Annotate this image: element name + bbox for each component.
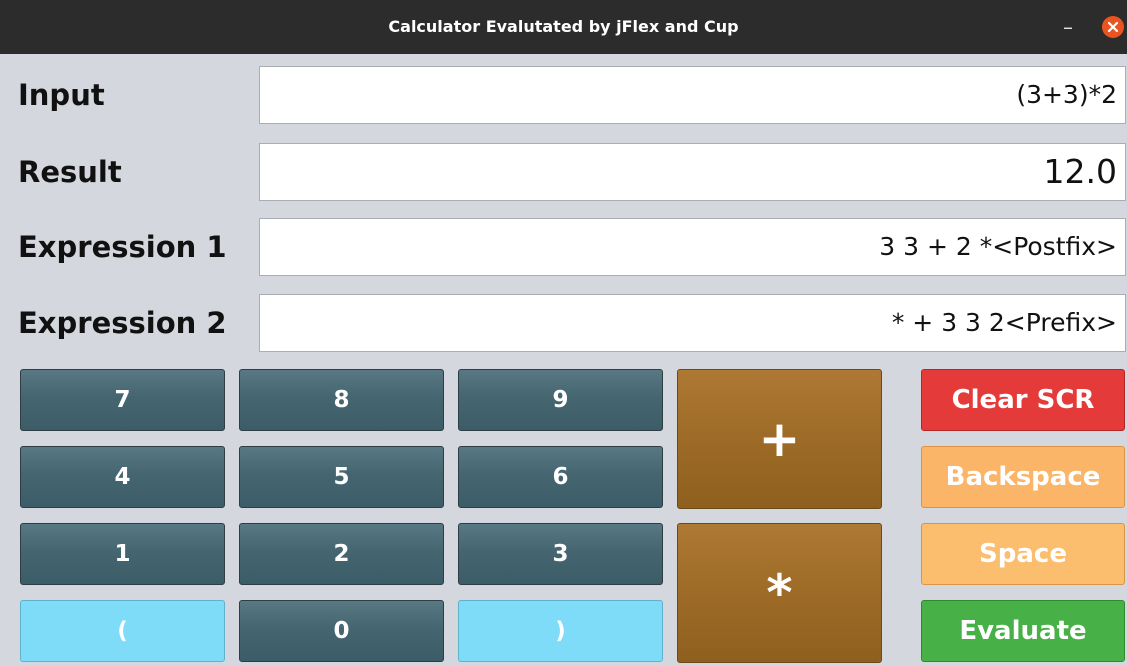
left-paren-button[interactable]: ( [20,600,225,662]
key-3-button[interactable]: 3 [458,523,663,585]
clear-screen-button[interactable]: Clear SCR [921,369,1125,431]
result-label: Result [18,155,122,189]
key-1-button[interactable]: 1 [20,523,225,585]
key-6-button[interactable]: 6 [458,446,663,508]
space-button[interactable]: Space [921,523,1125,585]
input-label: Input [18,78,105,112]
expression2-label: Expression 2 [18,306,227,340]
plus-button[interactable]: + [677,369,882,509]
result-field[interactable]: 12.0 [259,143,1126,201]
minimize-button[interactable]: – [1058,17,1078,37]
key-9-button[interactable]: 9 [458,369,663,431]
minimize-icon: – [1063,15,1073,39]
key-2-button[interactable]: 2 [239,523,444,585]
key-8-button[interactable]: 8 [239,369,444,431]
expression1-field[interactable]: 3 3 + 2 *<Postfix> [259,218,1126,276]
calculator-window: Calculator Evalutated by jFlex and Cup –… [0,0,1127,666]
key-0-button[interactable]: 0 [239,600,444,662]
right-paren-button[interactable]: ) [458,600,663,662]
key-5-button[interactable]: 5 [239,446,444,508]
evaluate-button[interactable]: Evaluate [921,600,1125,662]
key-7-button[interactable]: 7 [20,369,225,431]
multiply-button[interactable]: * [677,523,882,663]
expression1-label: Expression 1 [18,230,227,264]
input-field[interactable]: (3+3)*2 [259,66,1126,124]
key-4-button[interactable]: 4 [20,446,225,508]
close-button[interactable] [1102,16,1124,38]
window-title: Calculator Evalutated by jFlex and Cup [388,17,739,36]
title-bar: Calculator Evalutated by jFlex and Cup – [0,0,1127,54]
expression2-field[interactable]: * + 3 3 2<Prefix> [259,294,1126,352]
close-icon [1107,21,1119,33]
backspace-button[interactable]: Backspace [921,446,1125,508]
